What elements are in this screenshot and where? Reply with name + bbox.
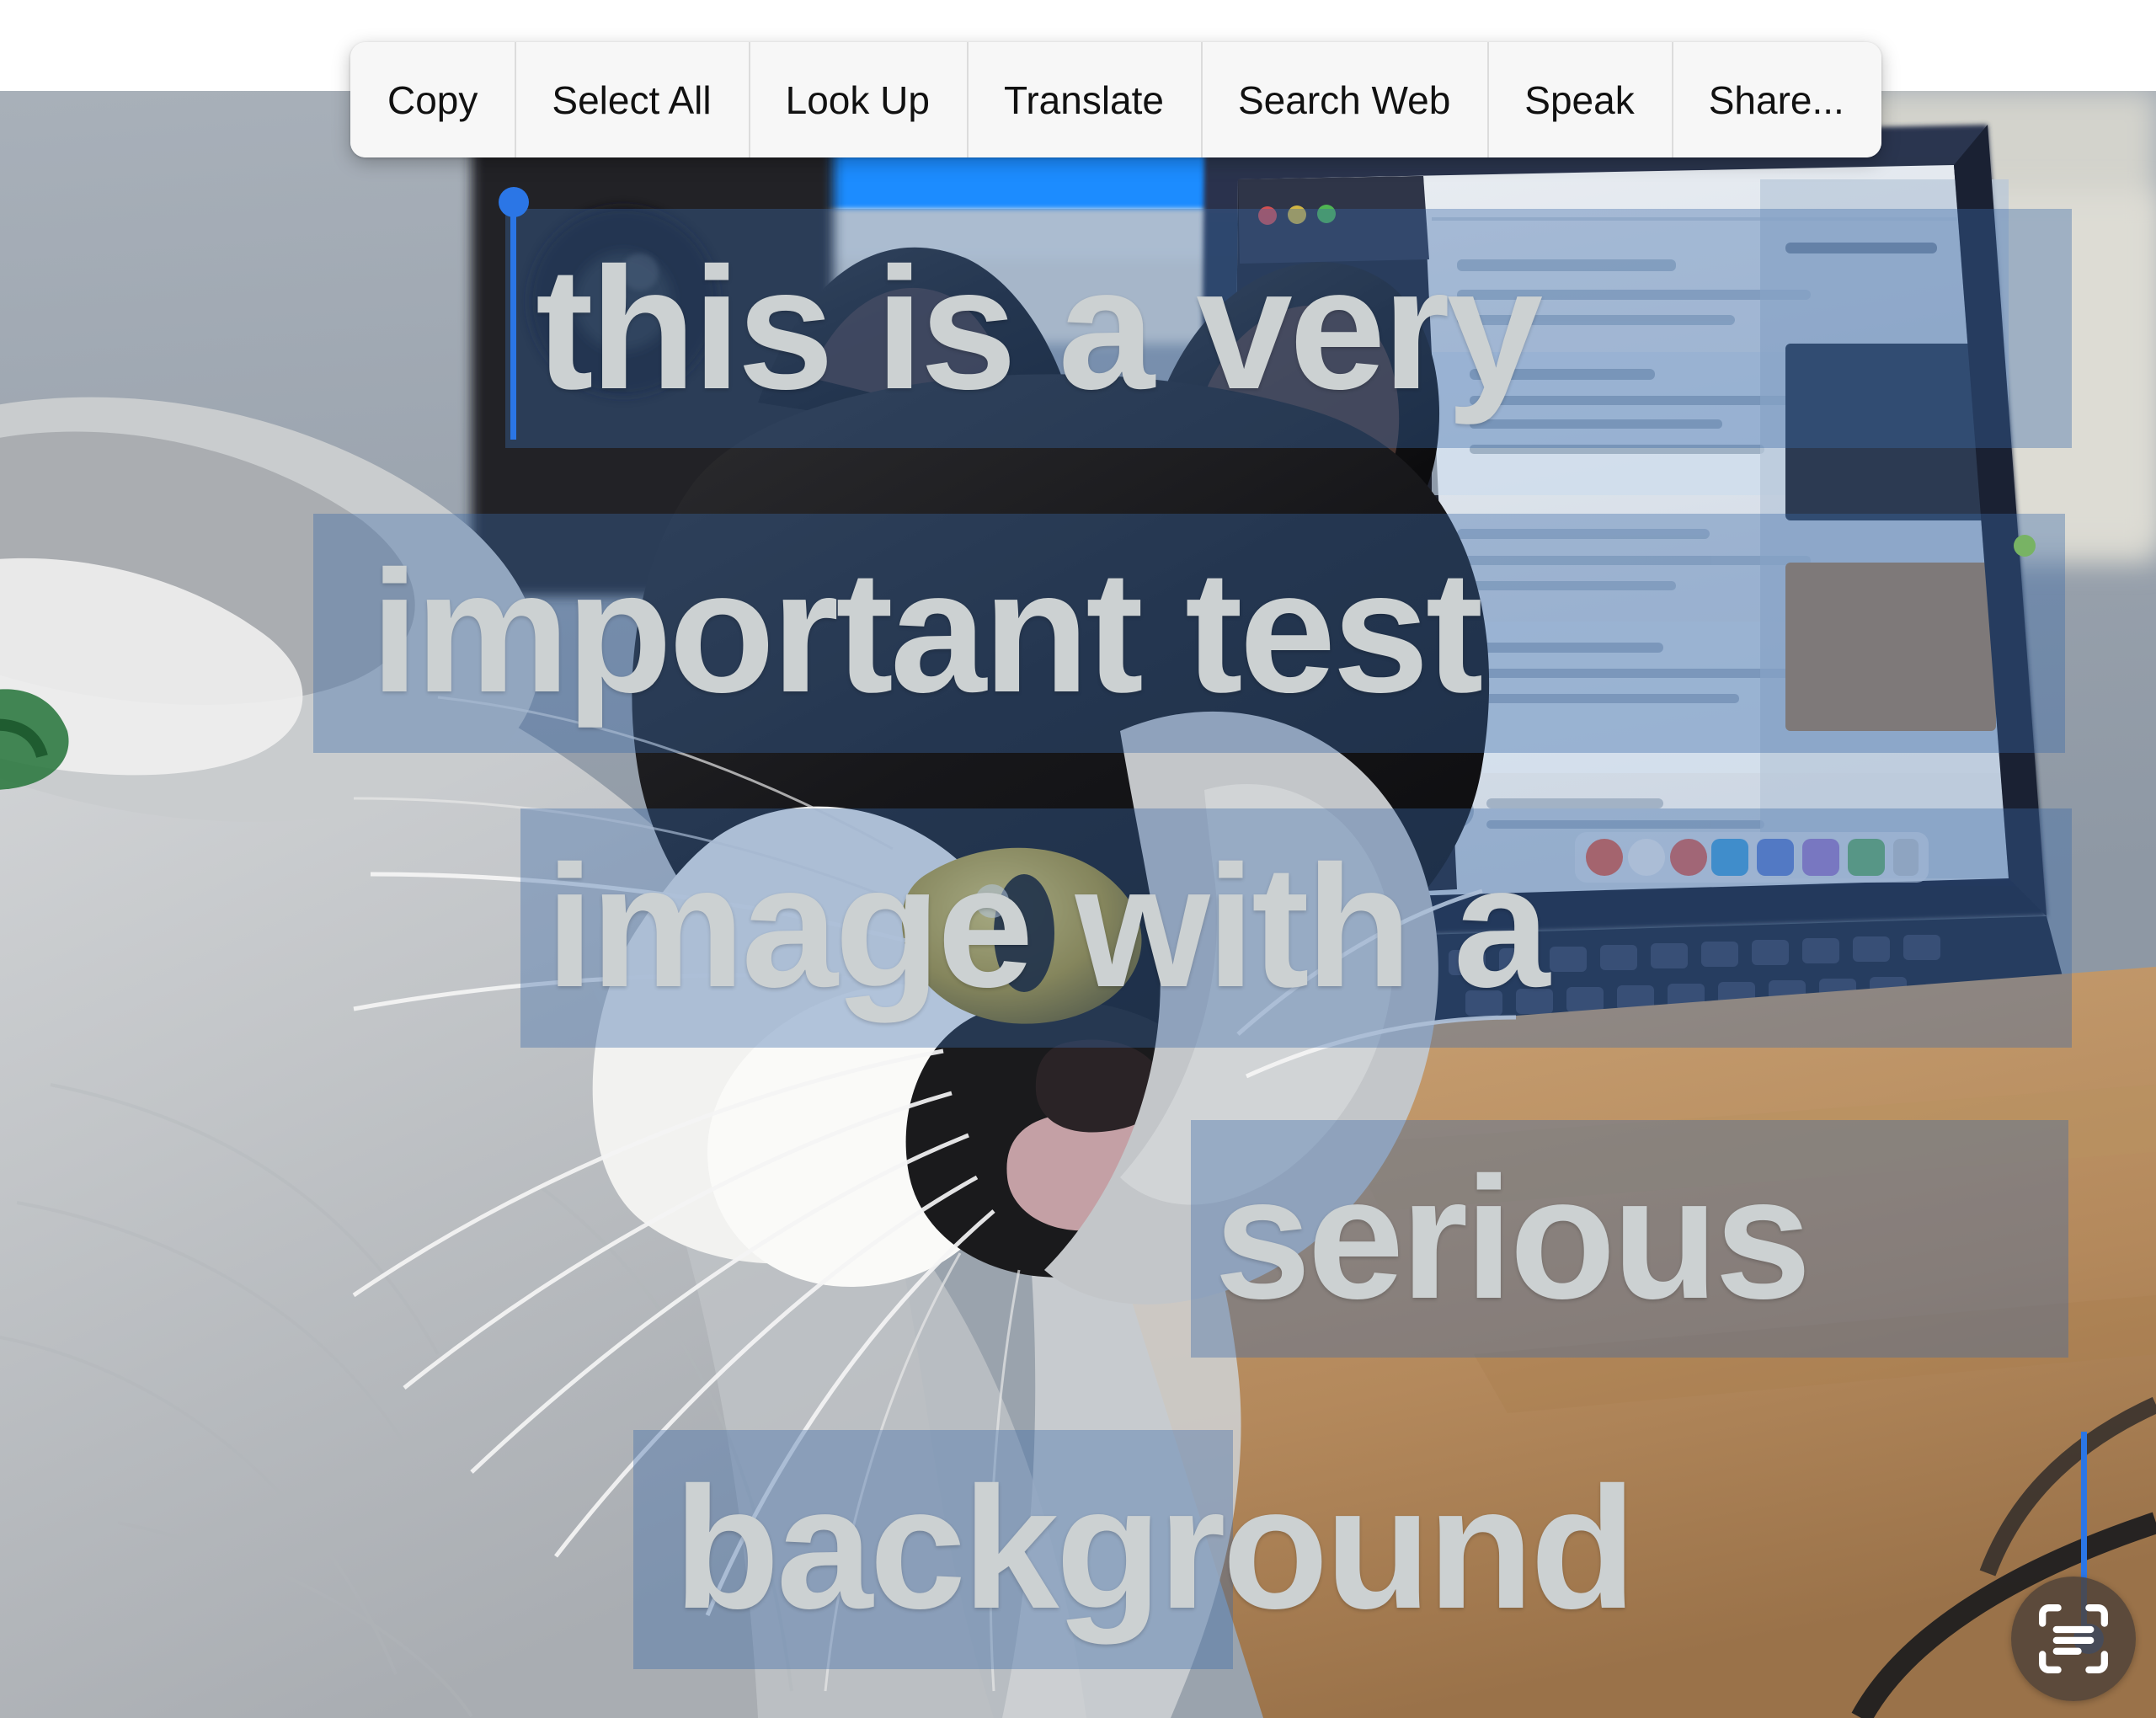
live-text-button[interactable] xyxy=(2011,1577,2136,1701)
menu-item-search-web[interactable]: Search Web xyxy=(1201,42,1488,157)
menu-item-select-all[interactable]: Select All xyxy=(515,42,749,157)
selection-handle-start-bar xyxy=(510,205,516,440)
menu-item-copy[interactable]: Copy xyxy=(350,42,515,157)
menu-item-speak[interactable]: Speak xyxy=(1487,42,1672,157)
menu-item-look-up[interactable]: Look Up xyxy=(748,42,967,157)
text-selection-context-menu[interactable]: Copy Select All Look Up Translate Search… xyxy=(350,42,1881,157)
photo-illustration xyxy=(0,91,2156,1718)
photo-cat-at-desk[interactable] xyxy=(0,91,2156,1718)
menu-item-share[interactable]: Share... xyxy=(1671,42,1881,157)
live-text-scan-icon xyxy=(2039,1604,2108,1673)
screenshot-root: this is a very important test image with… xyxy=(0,0,2156,1718)
menu-item-translate[interactable]: Translate xyxy=(966,42,1201,157)
